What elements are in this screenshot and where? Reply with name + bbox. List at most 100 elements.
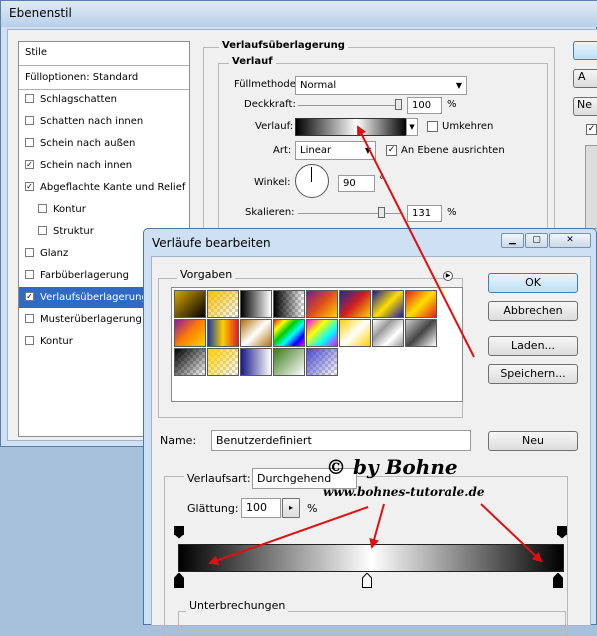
verlaufsart-value: Durchgehend xyxy=(257,472,332,485)
style-checkbox[interactable] xyxy=(38,226,47,235)
preset-swatch[interactable] xyxy=(339,319,371,347)
style-preview xyxy=(585,145,597,229)
style-item-label: Struktur xyxy=(53,226,94,237)
deckkraft-unit: % xyxy=(447,99,457,110)
preset-swatch[interactable] xyxy=(405,290,437,318)
speichern-button[interactable]: Speichern... xyxy=(488,364,578,384)
name-input[interactable]: Benutzerdefiniert xyxy=(211,430,471,451)
style-item-fuelloptionen[interactable]: Fülloptionen: Standard xyxy=(19,67,189,88)
style-item-label: Verlaufsüberlagerung xyxy=(40,292,148,303)
preset-swatch[interactable] xyxy=(372,319,404,347)
style-checkbox[interactable] xyxy=(25,94,34,103)
style-checkbox[interactable] xyxy=(25,248,34,257)
abbrechen-button[interactable]: A xyxy=(573,69,597,88)
styles-header[interactable]: Stile xyxy=(19,42,189,63)
color-stop-left[interactable] xyxy=(174,572,184,588)
color-stop-middle[interactable] xyxy=(362,572,372,588)
style-checkbox[interactable] xyxy=(25,314,34,323)
laden-button[interactable]: Laden... xyxy=(488,336,578,356)
preset-swatch[interactable] xyxy=(174,319,206,347)
ebenenstil-titlebar[interactable] xyxy=(1,1,597,27)
fuellmethode-value: Normal xyxy=(300,80,337,91)
style-item-schlagschatten[interactable]: Schlagschatten xyxy=(19,89,189,110)
art-select[interactable]: Linear ▼ xyxy=(295,141,376,160)
glaettung-stepper[interactable]: ▸ xyxy=(282,498,300,518)
deckkraft-slider-thumb[interactable] xyxy=(395,99,402,110)
style-checkbox[interactable] xyxy=(38,204,47,213)
vorgaben-menu-icon[interactable]: ▶ xyxy=(443,271,453,281)
style-item-schein-nach-innen[interactable]: ✓ Schein nach innen xyxy=(19,155,189,176)
verlauf-group-title: Verlauf xyxy=(229,56,276,67)
preset-swatch[interactable] xyxy=(174,290,206,318)
ok-button[interactable]: OK xyxy=(488,273,578,293)
skalieren-slider[interactable] xyxy=(298,213,402,214)
style-checkbox-checked[interactable]: ✓ xyxy=(25,182,34,191)
maximize-icon[interactable]: ▢ xyxy=(525,233,548,248)
style-item-schein-nach-aussen[interactable]: Schein nach außen xyxy=(19,133,189,154)
style-checkbox-checked[interactable]: ✓ xyxy=(25,160,34,169)
opacity-stop-right[interactable] xyxy=(557,526,567,539)
style-checkbox[interactable] xyxy=(25,336,34,345)
neuer-stil-button[interactable]: Ne xyxy=(573,97,597,116)
preset-swatch[interactable] xyxy=(273,348,305,376)
section-title: Verlaufsüberlagerung xyxy=(219,40,348,51)
preset-swatch[interactable] xyxy=(207,290,239,318)
style-item-label: Schein nach außen xyxy=(40,138,136,149)
preset-swatch[interactable] xyxy=(405,319,437,347)
glaettung-input[interactable]: 100 xyxy=(241,498,281,518)
skalieren-input[interactable]: 131 xyxy=(407,205,442,222)
chevron-down-icon: ▼ xyxy=(409,123,415,131)
style-checkbox[interactable] xyxy=(25,270,34,279)
style-item-label: Schatten nach innen xyxy=(40,116,144,127)
umkehren-checkbox[interactable] xyxy=(427,121,438,132)
fuellmethode-select[interactable]: Normal ▼ xyxy=(295,76,467,95)
winkel-label: Winkel: xyxy=(254,177,291,188)
winkel-dial[interactable] xyxy=(295,164,329,198)
ok-button[interactable] xyxy=(573,41,597,60)
skalieren-slider-thumb[interactable] xyxy=(378,207,385,218)
verlauf-dropdown[interactable]: ▼ xyxy=(406,118,418,136)
preset-swatch[interactable] xyxy=(240,290,272,318)
verlauf-preview[interactable] xyxy=(295,118,407,136)
unterbrechungen-label: Unterbrechungen xyxy=(186,599,289,612)
abbrechen-button[interactable]: Abbrechen xyxy=(488,301,578,321)
color-stop-right[interactable] xyxy=(553,572,563,588)
style-item-kontur-sub[interactable]: Kontur xyxy=(19,199,189,220)
style-item-abgeflachte-kante[interactable]: ✓ Abgeflachte Kante und Relief xyxy=(19,177,189,198)
close-icon[interactable]: ✕ xyxy=(549,233,591,248)
styles-header-label: Stile xyxy=(25,47,47,58)
deckkraft-label: Deckkraft: xyxy=(244,99,296,110)
verlauf-label: Verlauf: xyxy=(255,121,294,132)
ebenenstil-title: Ebenenstil xyxy=(9,6,72,20)
neuer-stil-label: Ne xyxy=(577,98,592,111)
preset-swatch[interactable] xyxy=(273,319,305,347)
neu-button[interactable]: Neu xyxy=(488,431,578,451)
skalieren-label: Skalieren: xyxy=(245,207,295,218)
preset-swatch[interactable] xyxy=(174,348,206,376)
minimize-icon[interactable]: ▁ xyxy=(501,233,524,248)
preset-swatch[interactable] xyxy=(240,319,272,347)
winkel-unit: ° xyxy=(379,175,384,186)
style-checkbox-checked[interactable]: ✓ xyxy=(25,292,34,301)
an-ebene-checkbox[interactable]: ✓ xyxy=(386,145,397,156)
preset-swatch[interactable] xyxy=(306,290,338,318)
style-checkbox[interactable] xyxy=(25,138,34,147)
deckkraft-slider[interactable] xyxy=(298,105,402,106)
preset-swatch[interactable] xyxy=(207,319,239,347)
winkel-input[interactable]: 90 xyxy=(338,175,375,192)
fuellmethode-label: Füllmethode: xyxy=(234,79,300,90)
preset-swatch[interactable] xyxy=(240,348,272,376)
style-checkbox[interactable] xyxy=(25,116,34,125)
style-item-schatten-nach-innen[interactable]: Schatten nach innen xyxy=(19,111,189,132)
preset-swatch[interactable] xyxy=(207,348,239,376)
preset-swatch[interactable] xyxy=(306,319,338,347)
preset-swatch[interactable] xyxy=(339,290,371,318)
preset-swatch[interactable] xyxy=(372,290,404,318)
vorschau-checkbox[interactable]: ✓ xyxy=(586,124,597,135)
preset-swatch[interactable] xyxy=(273,290,305,318)
style-item-label: Farbüberlagerung xyxy=(40,270,129,281)
preset-swatch[interactable] xyxy=(306,348,338,376)
opacity-stop-left[interactable] xyxy=(174,526,184,539)
gradient-bar[interactable] xyxy=(178,544,564,572)
deckkraft-input[interactable]: 100 xyxy=(407,97,442,114)
